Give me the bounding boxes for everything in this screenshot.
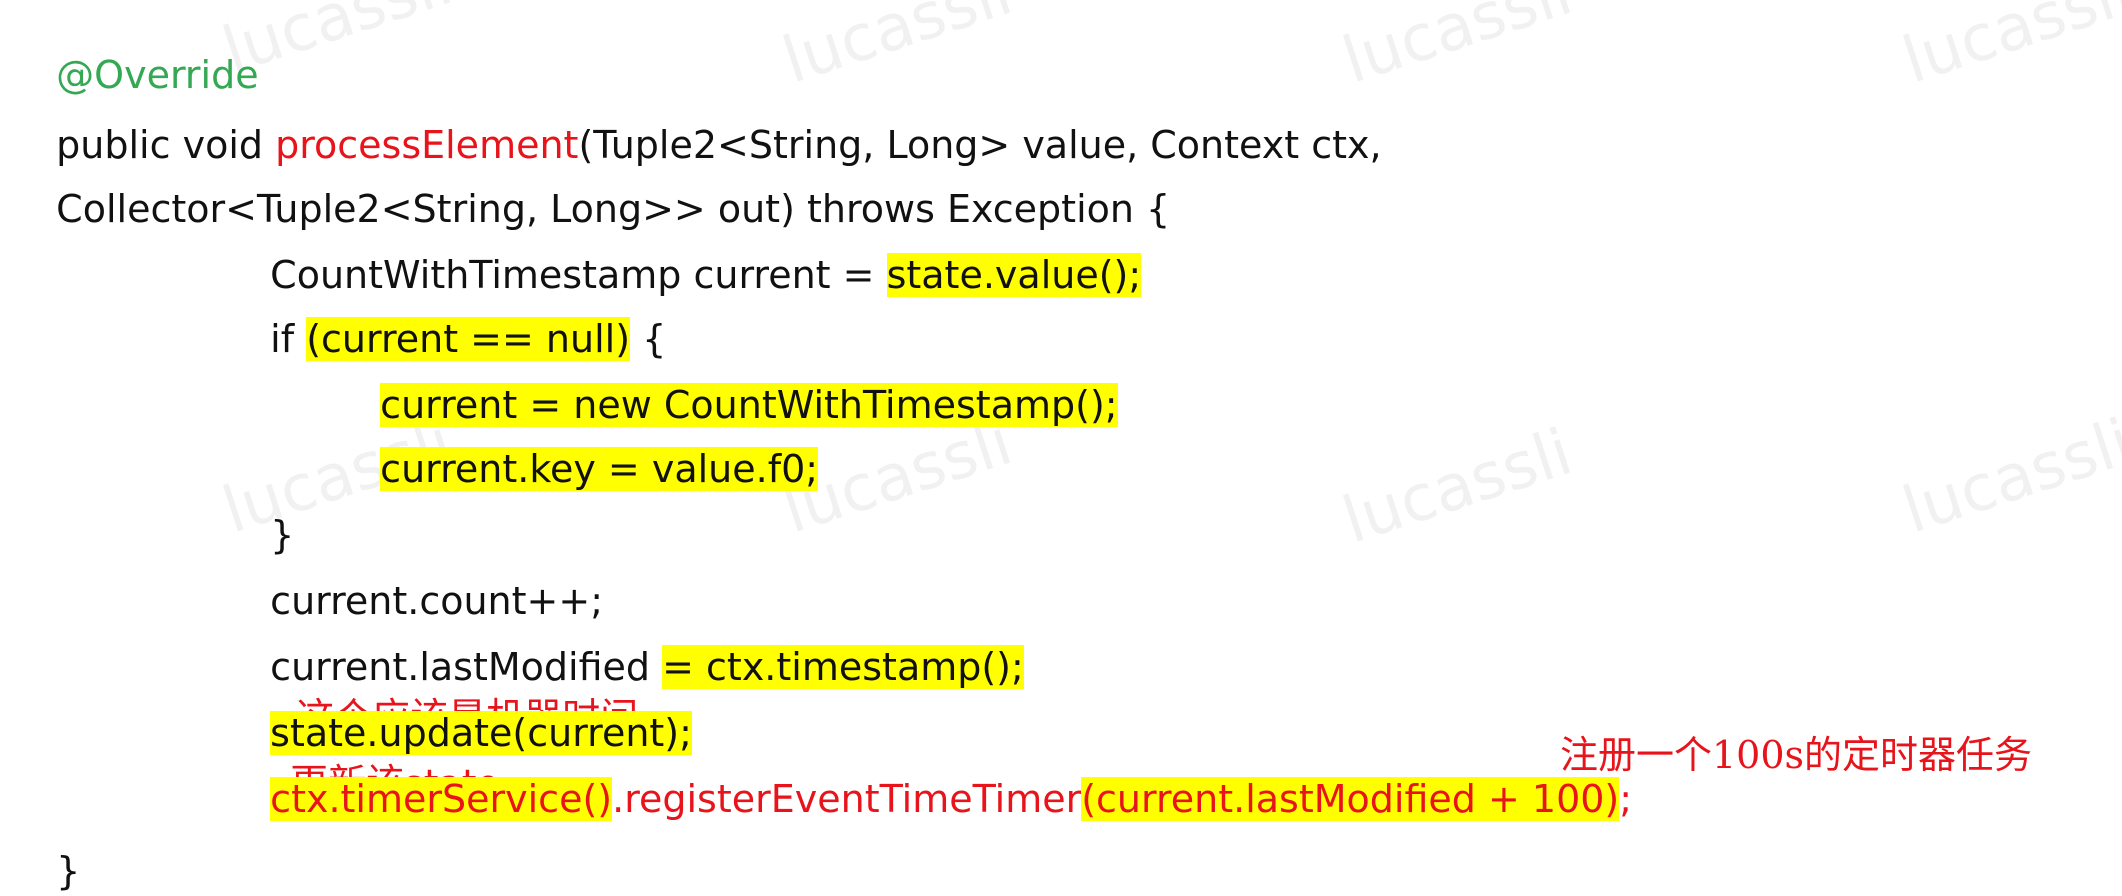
method-call: .registerEventTimeTimer [612, 777, 1082, 821]
code-line-close-if: } [246, 460, 294, 557]
code-token: ; [1619, 777, 1633, 821]
watermark: lucassli [1334, 415, 1581, 559]
code-line-collector: Collector<Tuple2<String, Long>> out) thr… [32, 134, 1170, 231]
code-line-new-current: current = new CountWithTimestamp(); [356, 330, 1118, 427]
code-line-set-key: current.key = value.f0; [356, 394, 819, 491]
watermark: lucassli [1894, 405, 2122, 549]
code-line-close-method: } [32, 796, 80, 893]
code-line-method-signature: public void processElement(Tuple2<String… [32, 70, 1381, 167]
annotation-register-timer: 注册一个100s的定时器任务 [1560, 733, 2033, 777]
code-line-state-update: state.update(current); 更新该state [246, 658, 692, 805]
highlighted-code: (current.lastModified + 100) [1081, 777, 1620, 821]
highlighted-code: state.value(); [886, 253, 1142, 297]
highlighted-code: current.key = value.f0; [380, 447, 819, 491]
highlighted-code: = ctx.timestamp(); [662, 645, 1024, 689]
code-line-if: if (current == null) { [246, 264, 666, 361]
code-line-register-timer: ctx.timerService().registerEventTimeTime… [246, 724, 1632, 821]
code-line-state-value: CountWithTimestamp current = state.value… [246, 200, 1142, 297]
highlighted-code: ctx.timerService() [270, 777, 613, 821]
code-token: } [56, 849, 81, 893]
code-token: if [270, 317, 307, 361]
watermark: lucassli [1894, 0, 2122, 99]
code-line-override: @Override [32, 0, 258, 97]
code-line-count: current.count++; [246, 526, 603, 623]
code-line-last-modified: current.lastModified = ctx.timestamp(); … [246, 592, 1024, 739]
